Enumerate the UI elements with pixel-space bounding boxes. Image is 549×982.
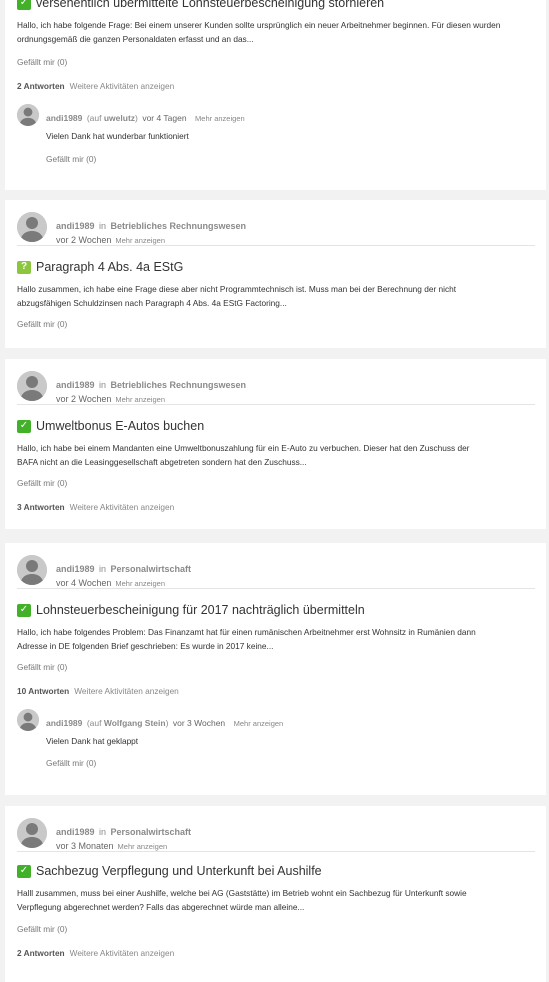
answers-count[interactable]: 10 Antworten — [17, 686, 69, 696]
answers-row: 3 Antworten Weitere Aktivitäten anzeigen — [17, 502, 174, 512]
question-excerpt-line: Verpflegung abgerechnet werden? Falls da… — [17, 902, 305, 912]
answered-check-icon: ✓ — [17, 864, 31, 878]
question-title-row[interactable]: ✓ Lohnsteuerbescheinigung für 2017 nacht… — [17, 603, 365, 617]
default-avatar-icon[interactable] — [17, 555, 47, 585]
activity-card: andi1989 in Betriebliches Rechnungswesen… — [5, 359, 546, 529]
more-activities-link[interactable]: Weitere Aktivitäten anzeigen — [70, 502, 175, 512]
question-title-row[interactable]: ✓ versehentlich übermittelte Lohnsteuerb… — [17, 0, 384, 10]
reply-user-link[interactable]: andi1989 — [46, 718, 82, 728]
answers-count[interactable]: 3 Antworten — [17, 502, 65, 512]
answered-check-icon: ✓ — [17, 603, 31, 617]
activity-card: andi1989 in Personalwirtschaft vor 3 Mon… — [5, 806, 546, 982]
post-time: vor 3 Monaten — [56, 841, 114, 851]
question-excerpt-line: abzugsfähigen Schuldzinsen nach Paragrap… — [17, 298, 287, 308]
like-button[interactable]: Gefällt mir (0) — [17, 924, 67, 934]
answers-row: 2 Antworten Weitere Aktivitäten anzeigen — [17, 81, 174, 91]
question-title[interactable]: Lohnsteuerbescheinigung für 2017 nachträ… — [36, 603, 365, 617]
question-title[interactable]: Sachbezug Verpflegung und Unterkunft bei… — [36, 864, 322, 878]
activity-card: andi1989 in Betriebliches Rechnungswesen… — [5, 200, 546, 348]
divider — [17, 851, 535, 852]
like-button[interactable]: Gefällt mir (0) — [17, 478, 67, 488]
question-title[interactable]: Umweltbonus E-Autos buchen — [36, 419, 204, 433]
question-excerpt-line: Hallo zusammen, ich habe eine Frage dies… — [17, 284, 457, 294]
show-more-link[interactable]: Mehr anzeigen — [115, 395, 165, 404]
reply-to-user-link[interactable]: uwelutz — [104, 113, 135, 123]
show-more-link[interactable]: Mehr anzeigen — [118, 842, 168, 851]
like-button[interactable]: Gefällt mir (0) — [17, 662, 67, 672]
answers-count[interactable]: 2 Antworten — [17, 81, 65, 91]
question-title-row[interactable]: ? Paragraph 4 Abs. 4a EStG — [17, 260, 183, 274]
answered-check-icon: ✓ — [17, 419, 31, 433]
default-avatar-icon[interactable] — [17, 371, 47, 401]
show-more-link[interactable]: Mehr anzeigen — [115, 236, 165, 245]
post-time: vor 4 Wochen — [56, 578, 112, 588]
answers-count[interactable]: 2 Antworten — [17, 948, 65, 958]
reply-text: Vielen Dank hat geklappt — [46, 736, 139, 746]
post-time: vor 2 Wochen — [56, 394, 112, 404]
post-time: vor 2 Wochen — [56, 235, 112, 245]
question-excerpt-line: BAFA nicht an die Leasinggesellschaft ab… — [17, 457, 307, 467]
show-more-link[interactable]: Mehr anzeigen — [234, 719, 284, 728]
divider — [17, 245, 535, 246]
reply-like-button[interactable]: Gefällt mir (0) — [46, 758, 96, 768]
question-excerpt-line: Hallo, ich habe bei einem Mandanten eine… — [17, 443, 470, 453]
default-avatar-icon[interactable] — [17, 709, 39, 731]
question-excerpt-line: Adresse in DE folgenden Brief geschriebe… — [17, 641, 274, 651]
more-activities-link[interactable]: Weitere Aktivitäten anzeigen — [70, 81, 175, 91]
activity-card: andi1989 in Personalwirtschaft vor 4 Woc… — [5, 543, 546, 795]
reply-time: vor 4 Tagen — [142, 113, 187, 123]
like-button[interactable]: Gefällt mir (0) — [17, 57, 67, 67]
question-excerpt-line: Halll zusammen, muss bei einer Aushilfe,… — [17, 888, 467, 898]
more-activities-link[interactable]: Weitere Aktivitäten anzeigen — [70, 948, 175, 958]
question-title[interactable]: Paragraph 4 Abs. 4a EStG — [36, 260, 183, 274]
activity-card: ✓ versehentlich übermittelte Lohnsteuerb… — [5, 0, 546, 190]
reply-user-link[interactable]: andi1989 — [46, 113, 82, 123]
reply-time: vor 3 Wochen — [172, 718, 226, 728]
reply-to-user-link[interactable]: Wolfgang Stein — [104, 718, 166, 728]
default-avatar-icon[interactable] — [17, 104, 39, 126]
question-title-row[interactable]: ✓ Umweltbonus E-Autos buchen — [17, 419, 204, 433]
show-more-link[interactable]: Mehr anzeigen — [195, 114, 245, 123]
divider — [17, 588, 535, 589]
more-activities-link[interactable]: Weitere Aktivitäten anzeigen — [74, 686, 179, 696]
open-question-icon: ? — [17, 260, 31, 274]
reply-text: Vielen Dank hat wunderbar funktioniert — [46, 131, 189, 141]
question-excerpt-line: Hallo, ich habe folgendes Problem: Das F… — [17, 627, 476, 637]
reply-meta: andi1989 (auf Wolfgang Stein) vor 3 Woch… — [46, 718, 284, 728]
answered-check-icon: ✓ — [17, 0, 31, 10]
default-avatar-icon[interactable] — [17, 212, 47, 242]
reply-meta: andi1989 (auf uwelutz) vor 4 Tagen Mehr … — [46, 113, 245, 123]
answers-row: 2 Antworten Weitere Aktivitäten anzeigen — [17, 948, 174, 958]
question-title[interactable]: versehentlich übermittelte Lohnsteuerbes… — [36, 0, 384, 10]
activity-feed: ✓ versehentlich übermittelte Lohnsteuerb… — [0, 0, 549, 982]
answers-row: 10 Antworten Weitere Aktivitäten anzeigen — [17, 686, 179, 696]
show-more-link[interactable]: Mehr anzeigen — [115, 579, 165, 588]
question-title-row[interactable]: ✓ Sachbezug Verpflegung und Unterkunft b… — [17, 864, 322, 878]
like-button[interactable]: Gefällt mir (0) — [17, 319, 67, 329]
reply-like-button[interactable]: Gefällt mir (0) — [46, 154, 96, 164]
question-excerpt: Hallo, ich habe folgende Frage: Bei eine… — [17, 20, 501, 44]
default-avatar-icon[interactable] — [17, 818, 47, 848]
divider — [17, 404, 535, 405]
